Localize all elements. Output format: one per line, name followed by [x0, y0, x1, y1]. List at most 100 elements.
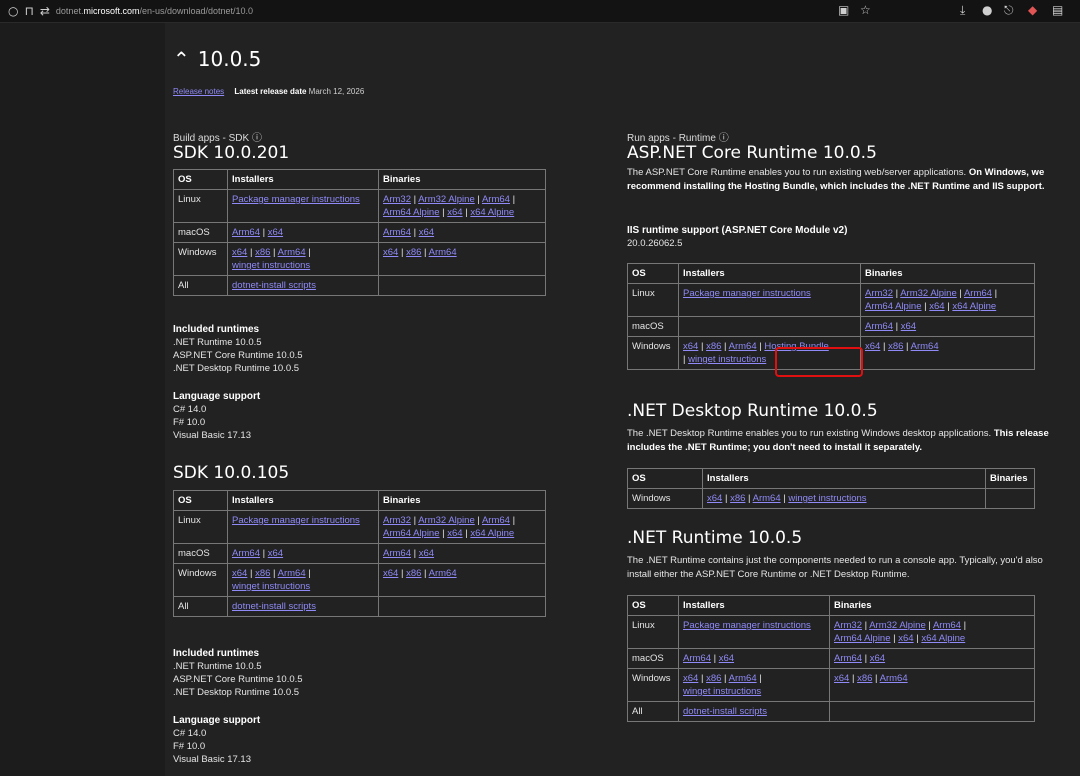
binary-link[interactable]: Arm32 Alpine: [900, 288, 957, 299]
binary-link[interactable]: x64: [870, 653, 885, 664]
installer-link[interactable]: x86: [255, 568, 270, 579]
binary-link[interactable]: Arm32: [865, 288, 893, 299]
binary-link[interactable]: x64 Alpine: [921, 633, 965, 644]
binary-link[interactable]: Arm32: [383, 194, 411, 205]
binary-link[interactable]: x64: [929, 301, 944, 312]
installer-link[interactable]: x86: [706, 673, 721, 684]
binary-link[interactable]: Arm64: [911, 341, 939, 352]
binary-link[interactable]: Arm64: [482, 194, 510, 205]
table-row: Windows x64 | x86 | Arm64 | winget instr…: [627, 488, 1035, 509]
binary-link[interactable]: Arm64 Alpine: [865, 301, 922, 312]
installer-link[interactable]: Arm64: [232, 227, 260, 238]
binary-link[interactable]: x86: [888, 341, 903, 352]
installer-link[interactable]: x64: [268, 548, 283, 559]
bookmark-star-icon[interactable]: ☆: [860, 3, 871, 17]
reader-view-icon[interactable]: ▣: [838, 3, 849, 17]
share-icon[interactable]: ⎋: [1004, 3, 1014, 18]
winget-link[interactable]: winget instructions: [688, 354, 766, 365]
package-manager-link[interactable]: Package manager instructions: [232, 194, 360, 205]
binary-link[interactable]: x64: [419, 548, 434, 559]
installer-link[interactable]: x86: [255, 247, 270, 258]
table-row: All dotnet-install scripts: [173, 596, 546, 617]
binary-link[interactable]: Arm32 Alpine: [869, 620, 926, 631]
binary-link[interactable]: Arm64: [880, 673, 908, 684]
binary-link[interactable]: Arm64: [482, 515, 510, 526]
binary-link[interactable]: Arm64: [383, 548, 411, 559]
binary-link[interactable]: Arm64: [865, 321, 893, 332]
winget-link[interactable]: winget instructions: [683, 686, 761, 697]
installer-link[interactable]: Arm64: [232, 548, 260, 559]
binary-link[interactable]: x64: [383, 247, 398, 258]
winget-link[interactable]: winget instructions: [232, 260, 310, 271]
installer-link[interactable]: Arm64: [683, 653, 711, 664]
site-settings-icon[interactable]: ⇄: [40, 4, 50, 18]
os-cell: Linux: [173, 510, 228, 544]
installer-link[interactable]: x64: [719, 653, 734, 664]
binary-link[interactable]: x64: [901, 321, 916, 332]
os-cell: Linux: [627, 615, 679, 649]
installer-link[interactable]: x64: [232, 568, 247, 579]
version-header[interactable]: ⌃ 10.0.5: [173, 47, 261, 71]
lock-icon[interactable]: ⊓: [24, 4, 33, 18]
binary-link[interactable]: Arm64 Alpine: [834, 633, 891, 644]
binary-link[interactable]: Arm64: [429, 247, 457, 258]
binary-link[interactable]: x64 Alpine: [952, 301, 996, 312]
binary-link[interactable]: x64: [834, 673, 849, 684]
binary-link[interactable]: Arm32 Alpine: [418, 515, 475, 526]
installer-link[interactable]: x64: [707, 493, 722, 504]
installer-link[interactable]: Arm64: [729, 673, 757, 684]
install-scripts-link[interactable]: dotnet-install scripts: [232, 601, 316, 612]
binary-link[interactable]: Arm32: [383, 515, 411, 526]
installer-link[interactable]: x86: [706, 341, 721, 352]
installer-link[interactable]: Arm64: [753, 493, 781, 504]
binary-link[interactable]: Arm64: [383, 227, 411, 238]
download-icon[interactable]: ⤓: [960, 3, 965, 18]
binary-link[interactable]: x86: [406, 568, 421, 579]
installer-link[interactable]: x64: [268, 227, 283, 238]
aspnet-description: The ASP.NET Core Runtime enables you to …: [627, 167, 1045, 192]
installer-link[interactable]: x64: [232, 247, 247, 258]
installer-link[interactable]: Arm64: [278, 568, 306, 579]
install-scripts-link[interactable]: dotnet-install scripts: [232, 280, 316, 291]
installer-link[interactable]: Arm64: [729, 341, 757, 352]
sdk2-included-runtimes: Included runtimes .NET Runtime 10.0.5 AS…: [173, 648, 303, 698]
binary-link[interactable]: x86: [406, 247, 421, 258]
binary-link[interactable]: x64 Alpine: [470, 207, 514, 218]
install-scripts-link[interactable]: dotnet-install scripts: [683, 706, 767, 717]
installer-link[interactable]: x86: [730, 493, 745, 504]
package-manager-link[interactable]: Package manager instructions: [683, 620, 811, 631]
binary-link[interactable]: Arm64: [429, 568, 457, 579]
binary-link[interactable]: x64: [447, 207, 462, 218]
binary-link[interactable]: x64 Alpine: [470, 528, 514, 539]
binary-link[interactable]: Arm64 Alpine: [383, 528, 440, 539]
binary-link[interactable]: x64: [865, 341, 880, 352]
installer-link[interactable]: x64: [683, 341, 698, 352]
binary-link[interactable]: x64: [447, 528, 462, 539]
binary-link[interactable]: Arm64 Alpine: [383, 207, 440, 218]
profile-icon[interactable]: ◆: [1028, 3, 1037, 17]
binary-link[interactable]: x64: [383, 568, 398, 579]
binary-link[interactable]: Arm64: [933, 620, 961, 631]
binary-link[interactable]: x64: [419, 227, 434, 238]
binary-link[interactable]: Arm32: [834, 620, 862, 631]
binary-link[interactable]: Arm64: [834, 653, 862, 664]
binary-link[interactable]: Arm64: [964, 288, 992, 299]
os-cell: All: [173, 596, 228, 617]
installer-link[interactable]: x64: [683, 673, 698, 684]
winget-link[interactable]: winget instructions: [232, 581, 310, 592]
binary-link[interactable]: x86: [857, 673, 872, 684]
header-os: OS: [627, 263, 679, 284]
table-row: macOS Arm64 | x64: [627, 316, 1035, 337]
binary-link[interactable]: Arm32 Alpine: [418, 194, 475, 205]
winget-link[interactable]: winget instructions: [788, 493, 866, 504]
circle-icon[interactable]: ○: [8, 4, 18, 18]
package-manager-link[interactable]: Package manager instructions: [232, 515, 360, 526]
release-notes-link[interactable]: Release notes: [173, 87, 224, 96]
extension-icon[interactable]: ●: [982, 3, 992, 17]
installer-link[interactable]: Arm64: [278, 247, 306, 258]
package-manager-link[interactable]: Package manager instructions: [683, 288, 811, 299]
os-cell: All: [173, 275, 228, 296]
menu-icon[interactable]: ▤: [1052, 3, 1063, 17]
address-bar[interactable]: dotnet.microsoft.com/en-us/download/dotn…: [56, 6, 253, 16]
binary-link[interactable]: x64: [898, 633, 913, 644]
